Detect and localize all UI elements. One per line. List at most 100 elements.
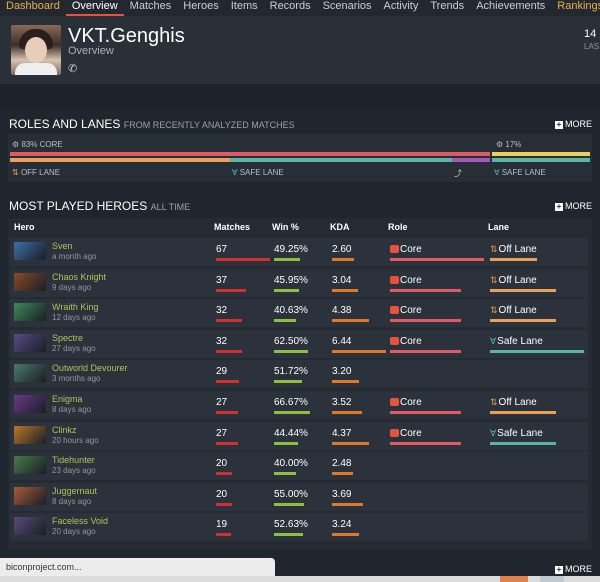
table-row[interactable]: Wraith King 12 days ago 32 40.63% 4.38 Core ⇅O…: [10, 299, 588, 328]
core-role-icon: [390, 306, 399, 315]
matches-value: 19: [216, 519, 228, 531]
nav-scenarios[interactable]: Scenarios: [317, 0, 378, 16]
winrate-bar: [274, 411, 310, 414]
hero-name[interactable]: Juggernaut: [52, 486, 97, 496]
hero-name[interactable]: Sven: [52, 241, 73, 251]
winrate-bar: [274, 319, 296, 323]
lane-value: ⇅Off Lane: [490, 397, 537, 408]
col-matches[interactable]: Matches: [214, 222, 250, 232]
role-value: Core: [390, 336, 422, 347]
nav-overview[interactable]: Overview: [65, 0, 124, 16]
table-row[interactable]: Juggernaut 8 days ago 20 55.00% 3.69: [10, 482, 588, 511]
col-lane[interactable]: Lane: [488, 222, 509, 232]
table-row[interactable]: Sven a month ago 67 49.25% 2.60 Core ⇅Off Lane: [10, 238, 588, 266]
hero-last-played: a month ago: [52, 252, 97, 261]
hero-name[interactable]: Spectre: [52, 333, 83, 343]
kda-bar: [332, 380, 359, 384]
taskbar-item[interactable]: [500, 576, 528, 582]
mid-lane-icon: ⤴: [454, 169, 462, 178]
kda-bar: [332, 411, 362, 414]
nav-records[interactable]: Records: [264, 0, 317, 16]
footer-more-button[interactable]: + MORE: [555, 564, 592, 574]
matches-bar: [216, 441, 238, 445]
heroes-more-button[interactable]: + MORE: [555, 201, 592, 211]
player-header: VKT.Genghis Overview ✆ 14 LAS: [0, 16, 600, 84]
table-row[interactable]: Tidehunter 23 days ago 20 40.00% 2.48: [10, 452, 588, 481]
table-row[interactable]: Clinkz 20 hours ago 27 44.44% 4.37 Core ∀Safe …: [10, 421, 588, 450]
hero-name[interactable]: Chaos Knight: [52, 272, 106, 282]
winrate-value: 66.67%: [274, 397, 308, 408]
kda-bar: [332, 441, 369, 445]
core-role-icon: [390, 275, 399, 284]
matches-value: 20: [216, 488, 228, 500]
col-role[interactable]: Role: [388, 222, 408, 232]
hero-portrait[interactable]: [14, 425, 46, 444]
matches-value: 29: [216, 366, 228, 378]
phone-icon[interactable]: ✆: [68, 62, 77, 75]
nav-activity[interactable]: Activity: [378, 0, 425, 16]
table-row[interactable]: Spectre 27 days ago 32 62.50% 6.44 Core ∀Safe …: [10, 329, 588, 358]
nav-dashboard[interactable]: Dashboard: [0, 0, 66, 16]
winrate-bar: [274, 441, 298, 445]
hero-last-played: 23 days ago: [52, 466, 96, 476]
nav-trends[interactable]: Trends: [424, 0, 470, 16]
winrate-value: 55.00%: [274, 488, 308, 500]
hero-portrait[interactable]: [14, 395, 46, 413]
matches-value: 67: [216, 244, 228, 255]
core-label: ⚙ 83% CORE: [12, 140, 63, 149]
off-lane-label: ⇅ OFF LANE: [12, 168, 61, 177]
matches-bar: [216, 319, 242, 323]
hero-name[interactable]: Outworld Devourer: [52, 363, 128, 373]
taskbar-item[interactable]: [540, 576, 564, 582]
winrate-value: 45.95%: [274, 274, 308, 286]
hero-name[interactable]: Tidehunter: [52, 455, 95, 465]
col-hero[interactable]: Hero: [14, 222, 35, 232]
table-row[interactable]: Outworld Devourer 3 months ago 29 51.72% 3.2…: [10, 360, 588, 389]
kda-value: 2.48: [332, 458, 352, 470]
nav-rankings[interactable]: Rankings: [551, 0, 600, 16]
hero-portrait[interactable]: [14, 364, 46, 383]
hero-name[interactable]: Faceless Void: [52, 516, 108, 526]
matches-bar: [216, 349, 242, 353]
hero-portrait[interactable]: [14, 486, 46, 505]
hero-portrait[interactable]: [14, 456, 46, 475]
table-row[interactable]: Chaos Knight 9 days ago 37 45.95% 3.04 Core ⇅O…: [10, 268, 588, 297]
nav-items[interactable]: Items: [225, 0, 264, 16]
nav-achievements[interactable]: Achievements: [470, 0, 551, 16]
lane-value: ⇅Off Lane: [490, 274, 537, 286]
hero-name[interactable]: Clinkz: [52, 425, 77, 435]
kda-bar: [332, 472, 353, 476]
hero-portrait[interactable]: [14, 272, 46, 291]
core-role-icon: [390, 336, 399, 345]
role-bar: [390, 319, 461, 323]
role-value: Core: [390, 305, 422, 316]
hero-portrait[interactable]: [14, 303, 46, 322]
table-row[interactable]: Faceless Void 20 days ago 19 52.63% 3.24: [10, 513, 588, 542]
nav-heroes[interactable]: Heroes: [177, 0, 224, 16]
kda-value: 4.38: [332, 305, 352, 317]
hero-portrait[interactable]: [14, 333, 46, 352]
hero-portrait[interactable]: [14, 242, 46, 260]
off-lane-icon: ⇅: [490, 244, 498, 254]
hero-name[interactable]: Wraith King: [52, 302, 98, 312]
col-winrate[interactable]: Win %: [272, 222, 299, 232]
mid-lane-bar: [452, 158, 490, 162]
hero-name[interactable]: Enigma: [52, 394, 83, 404]
roles-more-button[interactable]: + MORE: [555, 119, 592, 129]
safe-lane-icon: ∀: [490, 427, 497, 438]
role-bar: [390, 258, 484, 261]
nav-matches[interactable]: Matches: [124, 0, 178, 16]
core-role-icon: [390, 398, 399, 406]
hero-last-played: 3 months ago: [52, 374, 101, 384]
safe-lane-icon: ∀: [490, 335, 497, 346]
col-kda[interactable]: KDA: [330, 222, 350, 232]
hero-portrait[interactable]: [14, 517, 46, 536]
winrate-value: 40.00%: [274, 458, 308, 470]
off-lane-icon: ⇅: [490, 397, 498, 407]
avatar: [11, 25, 61, 75]
spacer-band: [0, 84, 600, 110]
table-row[interactable]: Enigma 8 days ago 27 66.67% 3.52 Core ⇅Off Lan…: [10, 391, 588, 419]
kda-bar: [332, 258, 354, 261]
kda-value: 3.20: [332, 366, 352, 378]
core-role-icon: [390, 245, 399, 253]
